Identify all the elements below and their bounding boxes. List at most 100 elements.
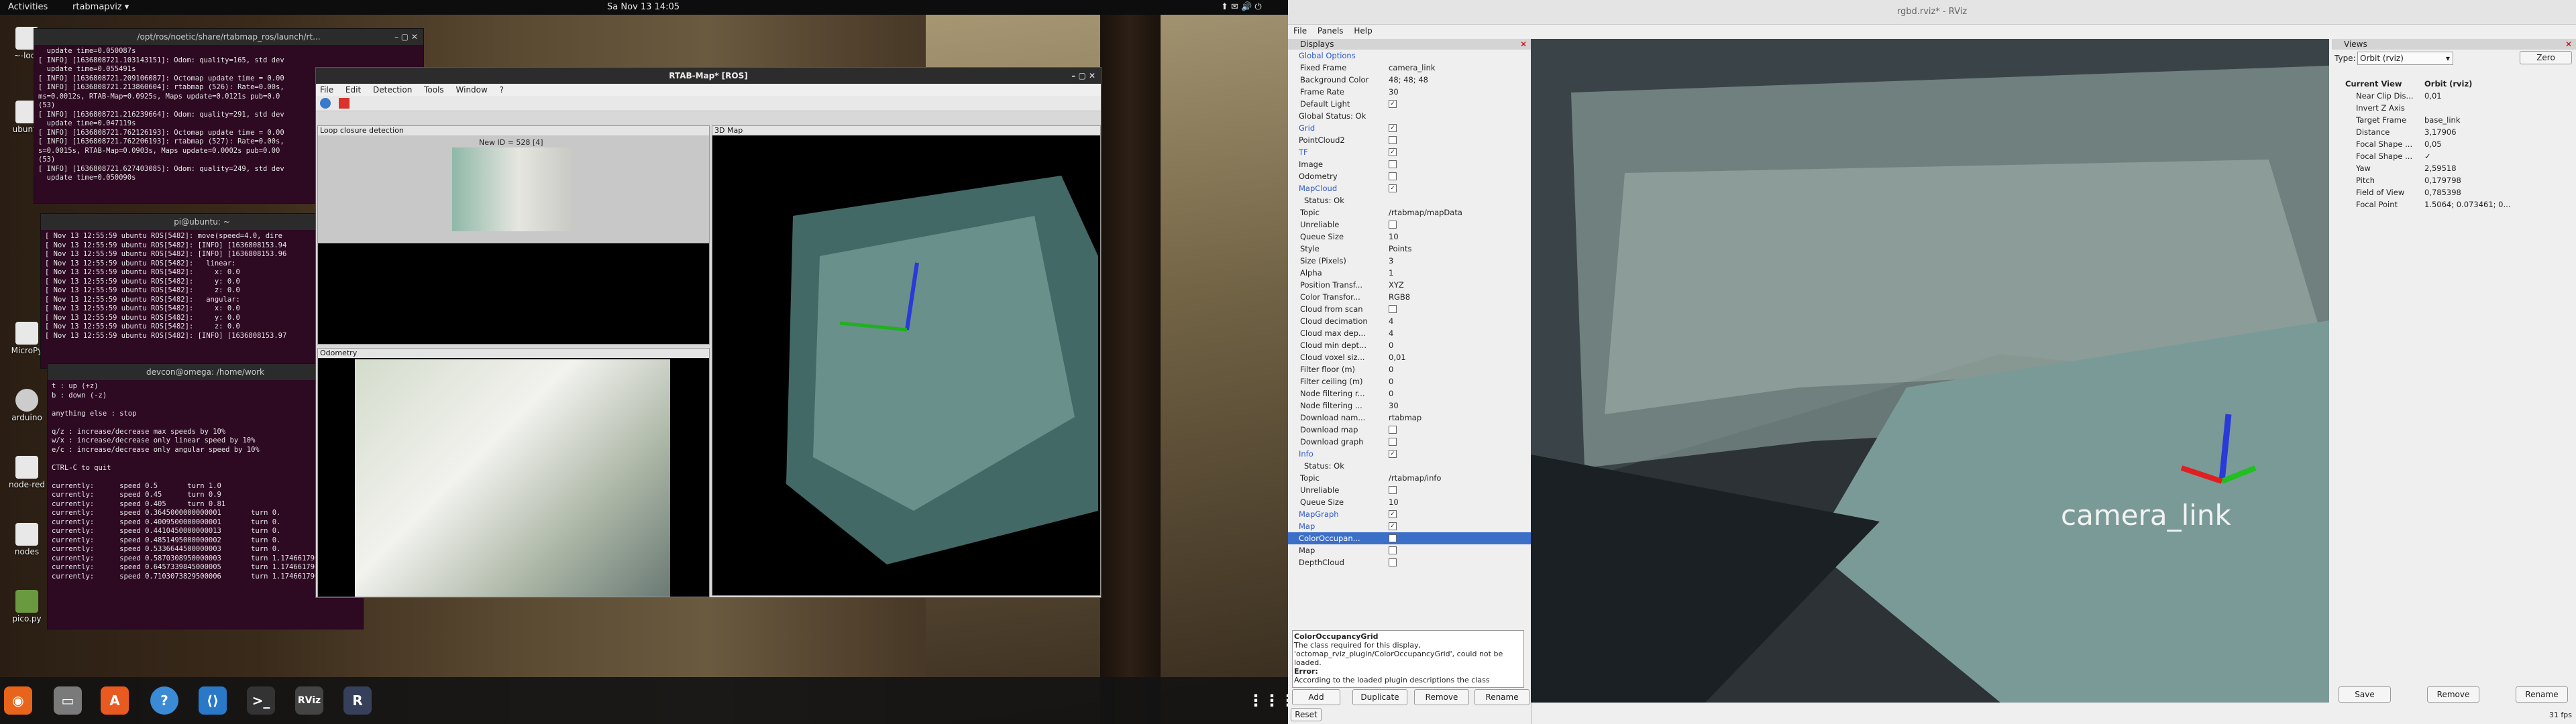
remove-button[interactable]: Remove <box>1414 689 1469 705</box>
display-checkbox[interactable] <box>1389 136 1397 144</box>
display-row[interactable]: Map ✓ <box>1288 520 1531 532</box>
view-property-row[interactable]: Yaw 2,59518 <box>2334 162 2573 174</box>
display-row[interactable]: Cloud from scan <box>1288 303 1531 315</box>
rviz-3d-view[interactable]: camera_link <box>1531 39 2329 703</box>
refresh-icon[interactable] <box>320 98 331 109</box>
display-row[interactable]: PointCloud2 <box>1288 134 1531 146</box>
display-row[interactable]: Cloud max dep... 4 <box>1288 327 1531 339</box>
pause-icon[interactable] <box>338 98 350 109</box>
display-row-value[interactable]: 30 <box>1389 400 1399 412</box>
display-row[interactable]: Fixed Frame camera_link <box>1288 62 1531 74</box>
reset-button[interactable]: Reset <box>1291 708 1322 721</box>
display-row-value[interactable]: RGB8 <box>1389 291 1410 303</box>
clock[interactable]: Sa Nov 13 14:05 <box>607 2 680 12</box>
display-checkbox[interactable] <box>1389 426 1397 434</box>
activities-button[interactable]: Activities <box>8 2 48 12</box>
display-checkbox[interactable]: ✓ <box>1389 148 1397 156</box>
help-icon[interactable]: ? <box>150 686 178 715</box>
display-row-value[interactable]: 4 <box>1389 327 1393 339</box>
view-property-value[interactable]: 0,179798 <box>2424 174 2461 186</box>
display-row-value[interactable]: rtabmap <box>1389 412 1421 424</box>
display-row-value[interactable]: 0 <box>1389 363 1393 375</box>
rviz-titlebar[interactable]: rgbd.rviz* - RViz <box>1288 0 2576 25</box>
display-row[interactable]: Odometry <box>1288 170 1531 182</box>
terminal-icon[interactable]: >_ <box>247 686 275 715</box>
display-row[interactable]: Unreliable <box>1288 219 1531 231</box>
view-property-row[interactable]: Focal Shape ... ✓ <box>2334 150 2573 162</box>
display-row-value[interactable]: 0,01 <box>1389 351 1406 363</box>
close-icon[interactable]: ✕ <box>2565 39 2572 50</box>
view-property-value[interactable]: 2,59518 <box>2424 162 2457 174</box>
rtabmap-window[interactable]: RTAB-Map* [ROS] – ▢ ✕ File Edit Detectio… <box>315 67 1102 598</box>
display-row-value[interactable]: /rtabmap/mapData <box>1389 206 1462 219</box>
map3d-dock[interactable]: 3D Map <box>712 125 1101 596</box>
display-checkbox[interactable] <box>1389 546 1397 554</box>
rviz-pointcloud[interactable] <box>1531 39 2329 703</box>
display-row[interactable]: Info ✓ <box>1288 448 1531 460</box>
display-row-value[interactable]: Points <box>1389 243 1412 255</box>
display-row[interactable]: Cloud min dept... 0 <box>1288 339 1531 351</box>
display-row[interactable]: Node filtering ... 30 <box>1288 400 1531 412</box>
display-row[interactable]: ColorOccupan... <box>1288 532 1531 544</box>
system-tray-icons[interactable]: ⬆ ✉ 🔊 ⏻ <box>1221 2 1262 12</box>
view-property-row[interactable]: Focal Shape ... 0,05 <box>2334 138 2573 150</box>
view-property-row[interactable]: Field of View 0,785398 <box>2334 186 2573 198</box>
display-checkbox[interactable] <box>1389 486 1397 494</box>
display-row[interactable]: Size (Pixels) 3 <box>1288 255 1531 267</box>
menu-edit[interactable]: Edit <box>345 85 361 95</box>
display-row[interactable]: Node filtering r... 0 <box>1288 387 1531 400</box>
window-controls[interactable]: – ▢ ✕ <box>394 29 418 45</box>
display-row[interactable]: Cloud voxel siz... 0,01 <box>1288 351 1531 363</box>
display-row[interactable]: Filter ceiling (m) 0 <box>1288 375 1531 387</box>
display-row[interactable]: Alpha 1 <box>1288 267 1531 279</box>
display-row[interactable]: Topic/rtabmap/info <box>1288 472 1531 484</box>
menu-window[interactable]: Window <box>456 85 488 95</box>
terminal-titlebar[interactable]: /opt/ros/noetic/share/rtabmap_ros/launch… <box>34 29 423 45</box>
display-row[interactable]: Cloud decimation 4 <box>1288 315 1531 327</box>
view-type-select[interactable]: Orbit (rviz) ▾ <box>2357 52 2453 65</box>
view-property-value[interactable]: 0,05 <box>2424 138 2442 150</box>
display-checkbox[interactable]: ✓ <box>1389 510 1397 518</box>
duplicate-button[interactable]: Duplicate <box>1352 689 1407 705</box>
display-row[interactable]: Map <box>1288 544 1531 556</box>
display-row[interactable]: Download map <box>1288 424 1531 436</box>
software-icon[interactable]: A <box>101 686 129 715</box>
display-row[interactable]: Global Status: Ok <box>1288 110 1531 122</box>
vscode-icon[interactable]: ⟨⟩ <box>199 686 227 715</box>
view-property-row[interactable]: Near Clip Dis... 0,01 <box>2334 90 2573 102</box>
display-checkbox[interactable]: ✓ <box>1389 100 1397 108</box>
display-row-value[interactable]: camera_link <box>1389 62 1436 74</box>
view-property-row[interactable]: Focal Point 1.5064; 0.073461; 0... <box>2334 198 2573 210</box>
display-checkbox[interactable]: ✓ <box>1389 522 1397 530</box>
menu-tools[interactable]: Tools <box>424 85 444 95</box>
display-row[interactable]: Position Transf... XYZ <box>1288 279 1531 291</box>
display-row-value[interactable]: 0 <box>1389 387 1393 400</box>
display-row[interactable]: Queue Size 10 <box>1288 231 1531 243</box>
display-row[interactable]: Unreliable <box>1288 484 1531 496</box>
display-checkbox[interactable] <box>1389 558 1397 566</box>
display-row[interactable]: MapCloud ✓ <box>1288 182 1531 194</box>
display-row-value[interactable]: 48; 48; 48 <box>1389 74 1428 86</box>
display-row[interactable]: Topic/rtabmap/mapData <box>1288 206 1531 219</box>
close-icon[interactable]: ✕ <box>1520 39 1527 50</box>
display-row[interactable]: Style Points <box>1288 243 1531 255</box>
display-row[interactable]: TF ✓ <box>1288 146 1531 158</box>
show-apps-icon[interactable]: ⋮⋮⋮ <box>1248 686 1288 715</box>
display-checkbox[interactable]: ✓ <box>1389 124 1397 132</box>
display-row-value[interactable]: 1 <box>1389 267 1393 279</box>
menu-panels[interactable]: Panels <box>1318 26 1344 36</box>
desktop-icon-nodered[interactable]: node-red <box>3 456 50 489</box>
desktop-icon-nodes[interactable]: nodes <box>3 523 50 556</box>
display-row[interactable]: Frame Rate 30 <box>1288 86 1531 98</box>
remove-view-button[interactable]: Remove <box>2427 686 2479 703</box>
display-checkbox[interactable] <box>1389 534 1397 542</box>
rtabmap-icon[interactable]: R <box>343 686 372 715</box>
view-property-row[interactable]: Target Frame base_link <box>2334 114 2573 126</box>
display-row[interactable]: Background Color 48; 48; 48 <box>1288 74 1531 86</box>
desktop-icon-pico[interactable]: pico.py <box>3 590 50 623</box>
desktop-icon-arduino[interactable]: arduino <box>3 389 50 422</box>
display-row-value[interactable]: 10 <box>1389 496 1399 508</box>
rename-view-button[interactable]: Rename <box>2516 686 2568 703</box>
display-row-value[interactable]: XYZ <box>1389 279 1404 291</box>
view-property-row[interactable]: Distance 3,17906 <box>2334 126 2573 138</box>
